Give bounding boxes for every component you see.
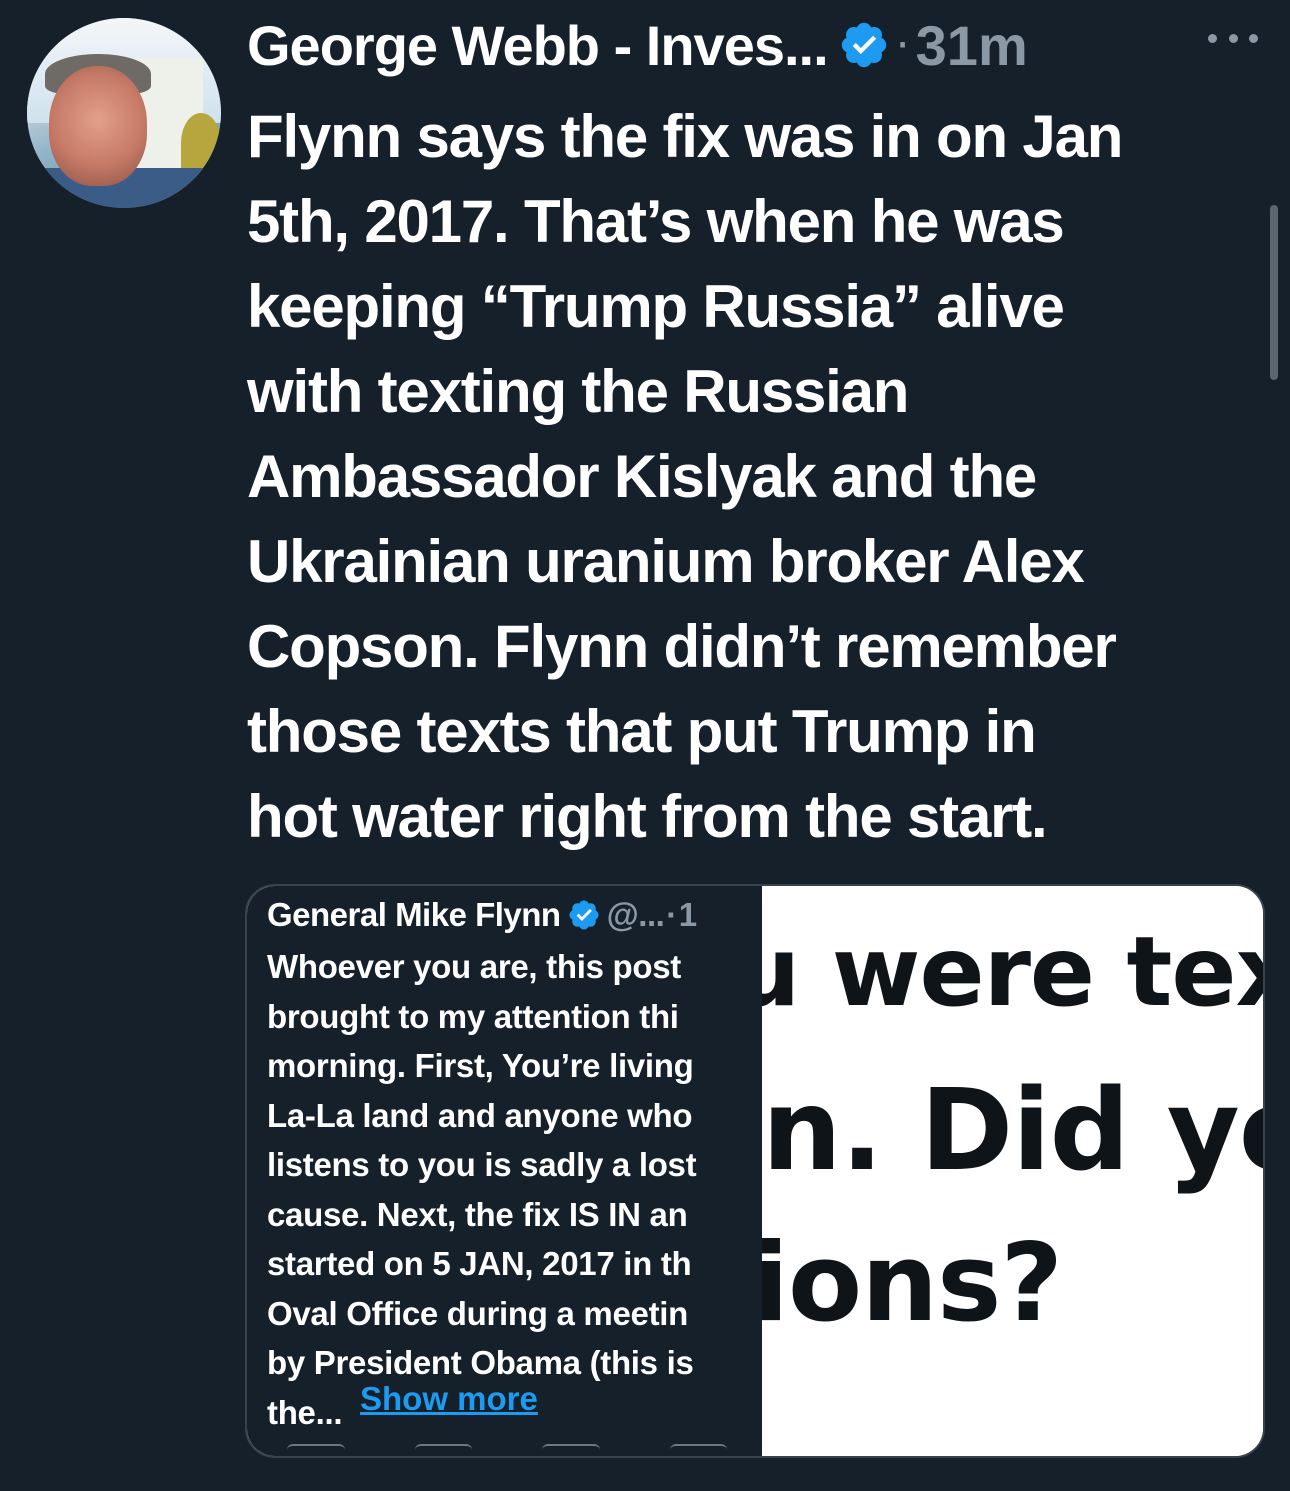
reply-icon[interactable] [287, 1444, 345, 1450]
author-name[interactable]: George Webb - Inves... [247, 13, 829, 78]
tweet-time[interactable]: 31m [916, 13, 1028, 78]
more-dot [1249, 33, 1258, 43]
quoted-tweet-content: General Mike Flynn @... · 1 Whoever you … [247, 886, 762, 1456]
show-more-link[interactable]: Show more [360, 1380, 538, 1418]
image-text-line: ions? [762, 1221, 1063, 1346]
image-text-line: n. Did you [762, 1066, 1263, 1196]
tweet-header: George Webb - Inves... · 31m [247, 10, 1028, 80]
author-avatar[interactable] [27, 18, 221, 208]
avatar-face [49, 66, 147, 186]
more-options-icon[interactable] [1208, 18, 1258, 58]
image-text-line: u were tex [762, 916, 1263, 1028]
time-separator: · [666, 896, 677, 933]
views-icon[interactable] [669, 1444, 727, 1450]
more-dot [1228, 33, 1238, 43]
like-icon[interactable] [542, 1444, 600, 1450]
quoted-author-handle[interactable]: @... [607, 896, 665, 934]
quoted-tweet-text: Whoever you are, this post brought to my… [267, 948, 697, 1431]
avatar-palm [181, 113, 221, 173]
quoted-tweet-image[interactable]: u were tex n. Did you ions? [762, 886, 1263, 1456]
verified-badge-icon [838, 19, 890, 71]
quoted-tweet-time: 1 [678, 896, 697, 933]
scrollbar[interactable] [1270, 205, 1278, 380]
retweet-icon[interactable] [414, 1444, 472, 1450]
quoted-tweet-card[interactable]: u were tex n. Did you ions? General Mike… [245, 884, 1265, 1458]
quoted-tweet-actions [287, 1444, 727, 1450]
time-separator: · [895, 19, 910, 71]
verified-badge-icon [567, 898, 601, 932]
quoted-tweet-header: General Mike Flynn @... · 1 [267, 896, 697, 934]
quoted-author-name[interactable]: General Mike Flynn [267, 896, 561, 934]
more-dot [1208, 33, 1217, 43]
tweet-text: Flynn says the fix was in on Jan 5th, 20… [247, 103, 1123, 850]
